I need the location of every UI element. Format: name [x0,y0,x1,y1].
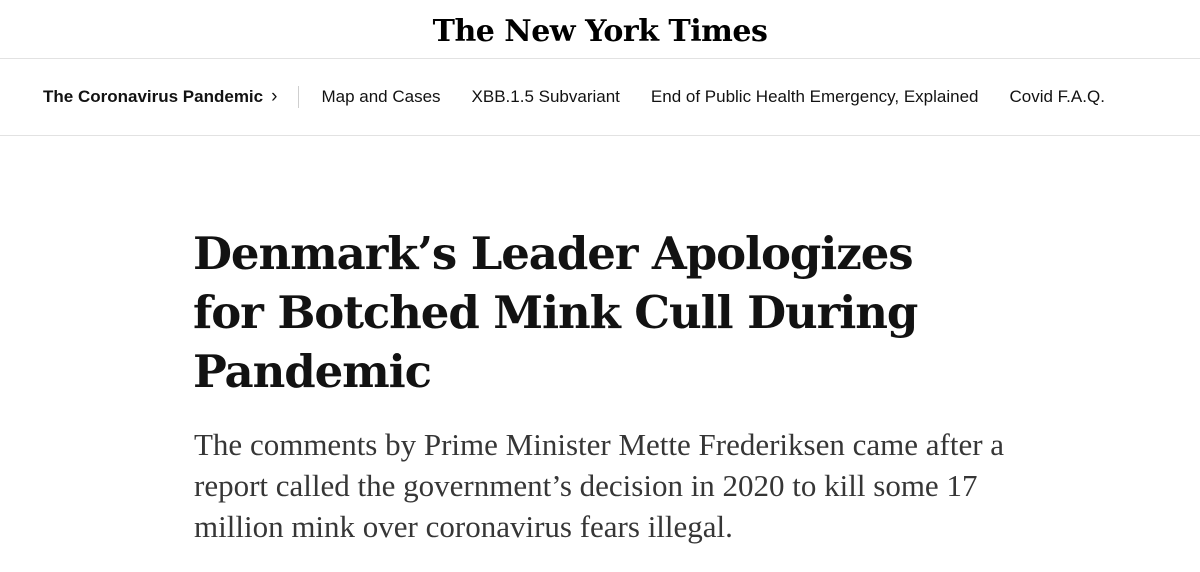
nav-link-map-and-cases[interactable]: Map and Cases [321,87,440,107]
nyt-logo[interactable]: The New York Times [433,14,768,49]
section-nav-main-label: The Coronavirus Pandemic [43,87,264,106]
chevron-right-icon: › [271,85,278,107]
article-headline: Denmark’s Leader Apologizes for Botched … [193,227,918,398]
article-summary: The comments by Prime Minister Mette Fre… [194,427,1005,544]
nav-divider [298,86,300,108]
nav-link-covid-faq[interactable]: Covid F.A.Q. [1010,87,1105,107]
masthead: The New York Times [0,0,1200,58]
nav-divider-bottom [0,135,1200,136]
nav-link-xbb-subvariant[interactable]: XBB.1.5 Subvariant [472,87,620,107]
section-nav: The Coronavirus Pandemic › Map and Cases… [0,59,1200,135]
section-nav-main-link[interactable]: The Coronavirus Pandemic › [43,87,277,107]
nav-link-public-health-emergency[interactable]: End of Public Health Emergency, Explaine… [651,87,979,107]
